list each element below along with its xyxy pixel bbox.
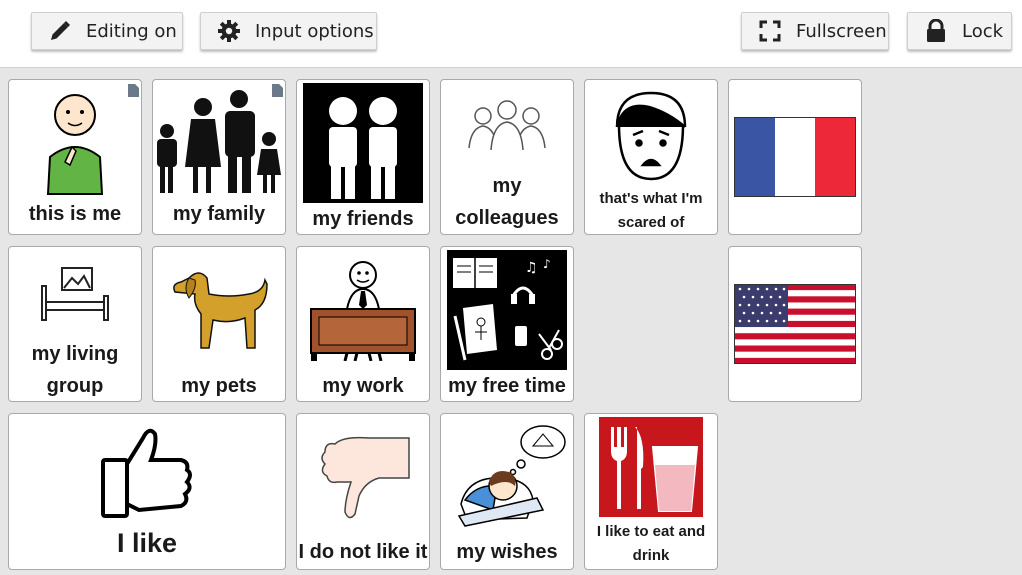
thumbs-up-icon	[9, 420, 285, 524]
person-at-desk-image	[297, 255, 429, 363]
thumbs-down-icon	[297, 428, 429, 524]
fullscreen-label: Fullscreen	[796, 20, 887, 42]
dreaming-person-image	[441, 418, 573, 530]
cell-my-colleagues[interactable]: my colleagues	[440, 79, 574, 235]
lock-icon	[924, 19, 948, 43]
input-options-label: Input options	[255, 20, 374, 42]
cell-eat-and-drink[interactable]: I like to eat and drink	[584, 413, 718, 570]
cell-label: my pets	[181, 375, 257, 397]
us-flag-image	[729, 283, 861, 365]
cell-label: my wishes	[456, 541, 558, 563]
fullscreen-button[interactable]: Fullscreen	[741, 12, 889, 50]
cell-label: I do not like it	[298, 541, 428, 563]
dog-image	[153, 265, 285, 355]
svg-text:♫: ♫	[525, 260, 538, 276]
cell-my-free-time[interactable]: ♫ ♪ my free time	[440, 246, 574, 402]
fullscreen-icon	[758, 19, 782, 43]
lock-label: Lock	[962, 20, 1004, 42]
cell-label: that's what I'm scared of	[599, 190, 703, 231]
free-time-image: ♫ ♪	[441, 249, 573, 371]
cell-i-like[interactable]: I like	[8, 413, 286, 570]
cell-french-flag[interactable]	[728, 79, 862, 235]
svg-text:♪: ♪	[543, 257, 551, 271]
colleagues-image	[441, 94, 573, 154]
cell-my-wishes[interactable]: my wishes	[440, 413, 574, 570]
cell-label: my colleagues	[455, 175, 559, 229]
cell-label: I like to eat and drink	[596, 523, 706, 564]
cell-label: my friends	[312, 208, 414, 230]
cell-my-pets[interactable]: my pets	[152, 246, 286, 402]
toolbar: Editing on Input options Fullscreen Lock	[0, 0, 1022, 68]
cell-my-family[interactable]: my family	[152, 79, 286, 235]
cell-label: my family	[172, 203, 266, 225]
family-image	[153, 86, 285, 196]
gear-icon	[217, 19, 241, 43]
scared-face-image	[585, 86, 717, 186]
cell-my-living-group[interactable]: my living group	[8, 246, 142, 402]
cell-label: my free time	[448, 375, 566, 397]
person-pointing-self-image	[9, 86, 141, 196]
bed-image	[9, 263, 141, 323]
input-options-button[interactable]: Input options	[200, 12, 377, 50]
pencil-icon	[48, 19, 72, 43]
cell-us-flag[interactable]	[728, 246, 862, 402]
cell-scared-of[interactable]: that's what I'm scared of	[584, 79, 718, 235]
french-flag-image	[729, 116, 861, 198]
lock-button[interactable]: Lock	[907, 12, 1012, 50]
food-and-drink-image	[585, 416, 717, 518]
cell-label: I like	[116, 528, 178, 558]
cell-my-work[interactable]: my work	[296, 246, 430, 402]
editing-toggle-button[interactable]: Editing on	[31, 12, 183, 50]
editing-label: Editing on	[86, 20, 177, 42]
cell-label: my living group	[31, 343, 119, 397]
cell-label: my work	[322, 375, 404, 397]
cell-this-is-me[interactable]: this is me	[8, 79, 142, 235]
cell-label: this is me	[28, 203, 122, 225]
cell-i-do-not-like-it[interactable]: I do not like it	[296, 413, 430, 570]
cell-my-friends[interactable]: my friends	[296, 79, 430, 235]
friends-image	[297, 82, 429, 204]
symbol-grid: this is me my family my friends my colle…	[0, 68, 1022, 575]
